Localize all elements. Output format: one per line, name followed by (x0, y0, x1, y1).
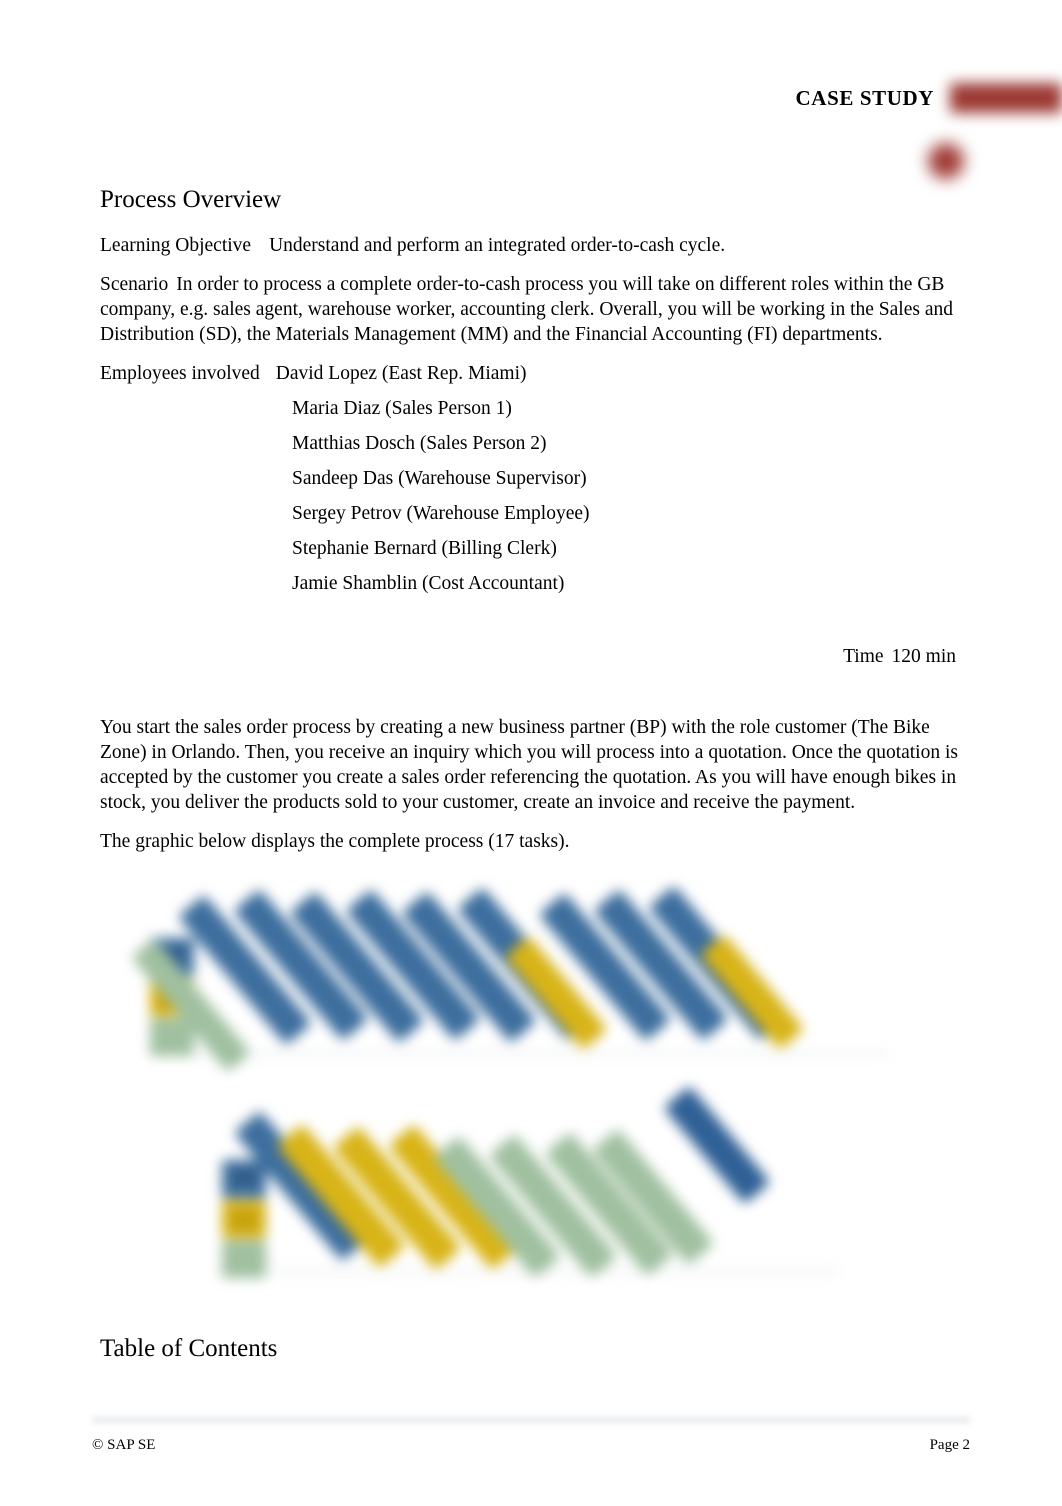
time-label: Time (843, 646, 884, 667)
header-accent-dot-icon (928, 143, 964, 179)
page-footer: © SAP SE Page 2 (92, 1416, 970, 1476)
scenario-label: Scenario (100, 274, 169, 295)
intro-paragraph: You start the sales order process by cre… (100, 717, 958, 813)
time-value: 120 min (891, 646, 956, 667)
process-flow-graphic (88, 870, 948, 1320)
case-study-label: CASE STUDY (795, 86, 934, 110)
learning-objective-row: Learning Objective Understand and perform… (100, 233, 970, 258)
table-of-contents-title: Table of Contents (100, 1335, 278, 1362)
document-page: CASE STUDY Process Overview Learning Obj… (0, 0, 1062, 1506)
graphic-caption: The graphic below displays the complete … (100, 831, 570, 852)
page-header: CASE STUDY (0, 0, 1062, 185)
process-flow-graphic-inner (88, 870, 948, 1320)
footer-page-number: Page 2 (929, 1437, 970, 1453)
footer-copyright: © SAP SE (92, 1437, 156, 1453)
scenario-value: In order to process a complete order-to-… (100, 274, 953, 345)
scenario-row: Scenario In order to process a complete o… (100, 272, 970, 347)
list-item: Matthias Dosch (Sales Person 2) (292, 433, 547, 454)
footer-divider (92, 1416, 970, 1424)
employee-row-first: Employees involved David Lopez (East Rep.… (100, 361, 970, 386)
time-row: Time 120 min (100, 644, 970, 669)
list-item: Sandeep Das (Warehouse Supervisor) (292, 468, 587, 489)
page-title: Process Overview (100, 186, 282, 213)
learning-objective-value: Understand and perform an integrated ord… (269, 235, 726, 256)
diagram-legend-chip-gold-bottom (230, 1210, 258, 1230)
document-content: Process Overview Learning Objective Under… (100, 185, 970, 1364)
header-accent-bar (950, 83, 1062, 113)
employees-involved-block: Employees involved David Lopez (East Rep.… (100, 361, 970, 596)
list-item: David Lopez (East Rep. Miami) (275, 363, 527, 384)
diagram-legend-chip-bottom (232, 1170, 256, 1184)
employees-involved-label: Employees involved (100, 363, 260, 384)
list-item: Stephanie Bernard (Billing Clerk) (292, 538, 557, 559)
list-item: Jamie Shamblin (Cost Accountant) (292, 573, 565, 594)
diagram-baseline-top (148, 1052, 888, 1055)
learning-objective-label: Learning Objective (100, 235, 252, 256)
list-item: Maria Diaz (Sales Person 1) (292, 398, 512, 419)
diagram-step-block (663, 1085, 771, 1205)
diagram-step-block (699, 934, 805, 1050)
list-item: Sergey Petrov (Warehouse Employee) (292, 503, 590, 524)
